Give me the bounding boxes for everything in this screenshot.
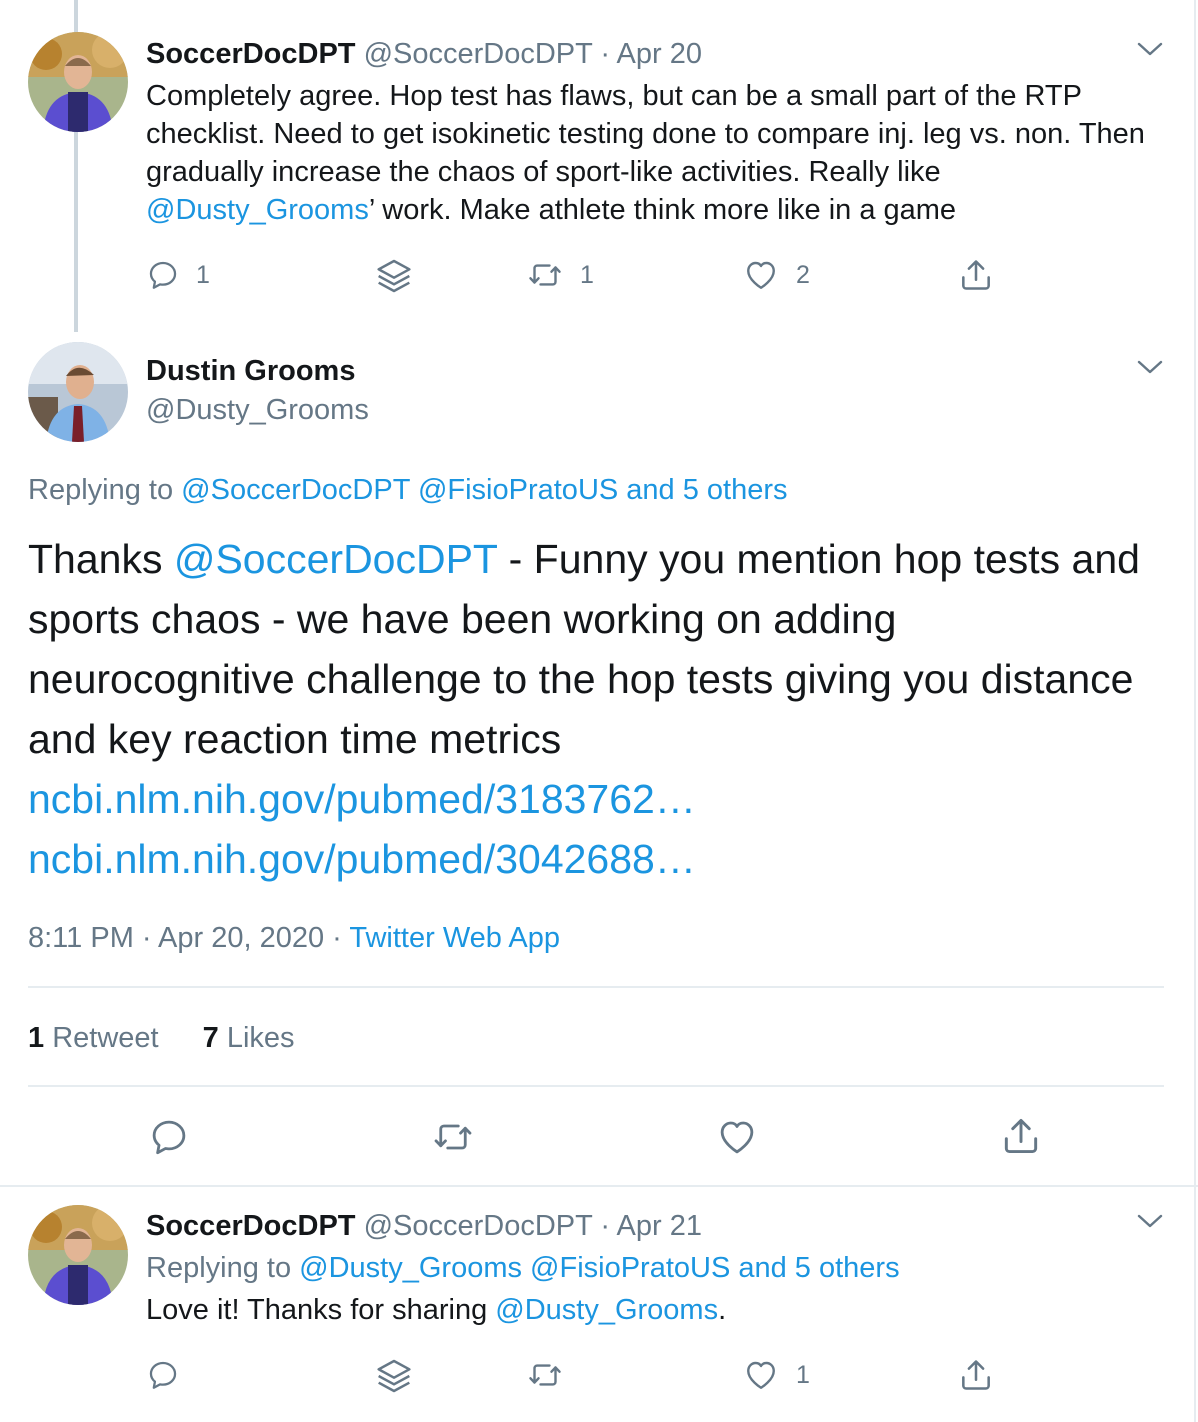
replying-mentions[interactable]: @Dusty_Grooms @FisioPratoUS and 5 others	[299, 1252, 899, 1284]
divider	[28, 1085, 1164, 1087]
avatar[interactable]	[28, 1205, 128, 1305]
tweet-timestamp[interactable]: 8:11 PM · Apr 20, 2020	[28, 922, 324, 954]
stack-button[interactable]	[374, 1356, 414, 1396]
retweet-icon	[526, 1357, 564, 1393]
separator: ·	[600, 38, 611, 70]
retweet-button[interactable]	[430, 1116, 476, 1158]
share-icon	[957, 256, 995, 294]
tweet-text-part: ’ work. Make athlete think more like in …	[368, 194, 957, 226]
separator: ·	[332, 922, 342, 954]
divider	[0, 1185, 1198, 1187]
tweet-date[interactable]: Apr 20	[617, 38, 702, 70]
like-count: 1	[796, 1360, 810, 1389]
pubmed-link-2[interactable]: ncbi.nlm.nih.gov/pubmed/3042688…	[28, 829, 696, 889]
chevron-down-icon[interactable]	[1136, 40, 1164, 58]
stack-icon	[374, 256, 414, 296]
tweet-meta: 8:11 PM · Apr 20, 2020 · Twitter Web App	[28, 920, 560, 956]
reply-button[interactable]	[146, 1358, 180, 1392]
likes-label: Likes	[226, 1022, 295, 1054]
tweet-text-part: .	[718, 1294, 727, 1326]
tweet-header: SoccerDocDPT @SoccerDocDPT · Apr 20	[146, 36, 702, 72]
share-button[interactable]	[957, 256, 995, 294]
tweet-text-part: Completely agree. Hop test has flaws, bu…	[146, 80, 1145, 188]
stack-button[interactable]	[374, 256, 414, 296]
tweet-text-part: Love it! Thanks for sharing	[146, 1294, 496, 1326]
retweet-icon	[430, 1116, 476, 1158]
share-icon	[999, 1114, 1043, 1158]
like-button[interactable]: 2	[742, 257, 810, 293]
replying-to: Replying to @Dusty_Grooms @FisioPratoUS …	[146, 1250, 900, 1286]
reply-icon	[146, 1358, 180, 1392]
retweet-button[interactable]: 1	[526, 257, 594, 293]
heart-icon	[715, 1116, 759, 1158]
tweet-text: Thanks @SoccerDocDPT - Funny you mention…	[28, 529, 1168, 769]
reply-count: 1	[196, 260, 210, 289]
tweet-source[interactable]: Twitter Web App	[349, 922, 560, 954]
stack-icon	[374, 1356, 414, 1396]
pubmed-link-1[interactable]: ncbi.nlm.nih.gov/pubmed/3183762…	[28, 769, 696, 829]
chevron-down-icon[interactable]	[1136, 1212, 1164, 1230]
display-name[interactable]: SoccerDocDPT	[146, 1210, 356, 1242]
retweets-stat[interactable]: 1 Retweet	[28, 1022, 159, 1054]
replying-to: Replying to @SoccerDocDPT @FisioPratoUS …	[28, 472, 788, 508]
replying-label: Replying to	[28, 474, 174, 506]
mention-link[interactable]: @SoccerDocDPT	[174, 536, 497, 582]
tweet-text: Love it! Thanks for sharing @Dusty_Groom…	[146, 1291, 726, 1329]
display-name-text: Dustin Grooms	[146, 355, 356, 387]
engagement-stats: 1 Retweet 7 Likes	[28, 1020, 295, 1056]
heart-icon	[742, 257, 780, 293]
handle[interactable]: @SoccerDocDPT	[364, 1210, 593, 1242]
share-button[interactable]	[999, 1114, 1043, 1158]
heart-icon	[742, 1357, 780, 1393]
right-border	[1194, 0, 1196, 1422]
mention-link[interactable]: @Dusty_Grooms	[495, 1294, 718, 1326]
retweets-label: Retweet	[52, 1022, 159, 1054]
reply-icon	[146, 258, 180, 292]
tweet-text: Completely agree. Hop test has flaws, bu…	[146, 77, 1156, 229]
like-button[interactable]	[715, 1116, 759, 1158]
tweet-text-part: Thanks	[28, 536, 174, 582]
share-button[interactable]	[957, 1356, 995, 1394]
reply-button[interactable]	[148, 1116, 190, 1158]
divider	[28, 986, 1164, 988]
handle[interactable]: @SoccerDocDPT	[364, 38, 593, 70]
reply-icon	[148, 1116, 190, 1158]
display-name[interactable]: SoccerDocDPT	[146, 38, 356, 70]
share-icon	[957, 1356, 995, 1394]
mention-link[interactable]: @Dusty_Grooms	[146, 194, 369, 226]
handle[interactable]: @Dusty_Grooms	[146, 392, 369, 428]
likes-stat[interactable]: 7 Likes	[203, 1022, 295, 1054]
like-count: 2	[796, 260, 810, 289]
separator: ·	[600, 1210, 611, 1242]
reply-button[interactable]: 1	[146, 258, 210, 292]
avatar[interactable]	[28, 32, 128, 132]
retweet-count: 1	[580, 260, 594, 289]
display-name[interactable]: Dustin Grooms	[146, 353, 355, 389]
retweet-icon	[526, 257, 564, 293]
replying-mentions[interactable]: @SoccerDocDPT @FisioPratoUS and 5 others	[181, 474, 787, 506]
likes-count: 7	[202, 1022, 219, 1054]
avatar[interactable]	[28, 342, 128, 442]
like-button[interactable]: 1	[742, 1357, 810, 1393]
replying-label: Replying to	[146, 1252, 292, 1284]
retweet-button[interactable]	[526, 1357, 564, 1393]
chevron-down-icon[interactable]	[1136, 358, 1164, 376]
retweets-count: 1	[28, 1022, 45, 1054]
tweet-date[interactable]: Apr 21	[617, 1210, 702, 1242]
tweet-header: SoccerDocDPT @SoccerDocDPT · Apr 21	[146, 1208, 702, 1244]
